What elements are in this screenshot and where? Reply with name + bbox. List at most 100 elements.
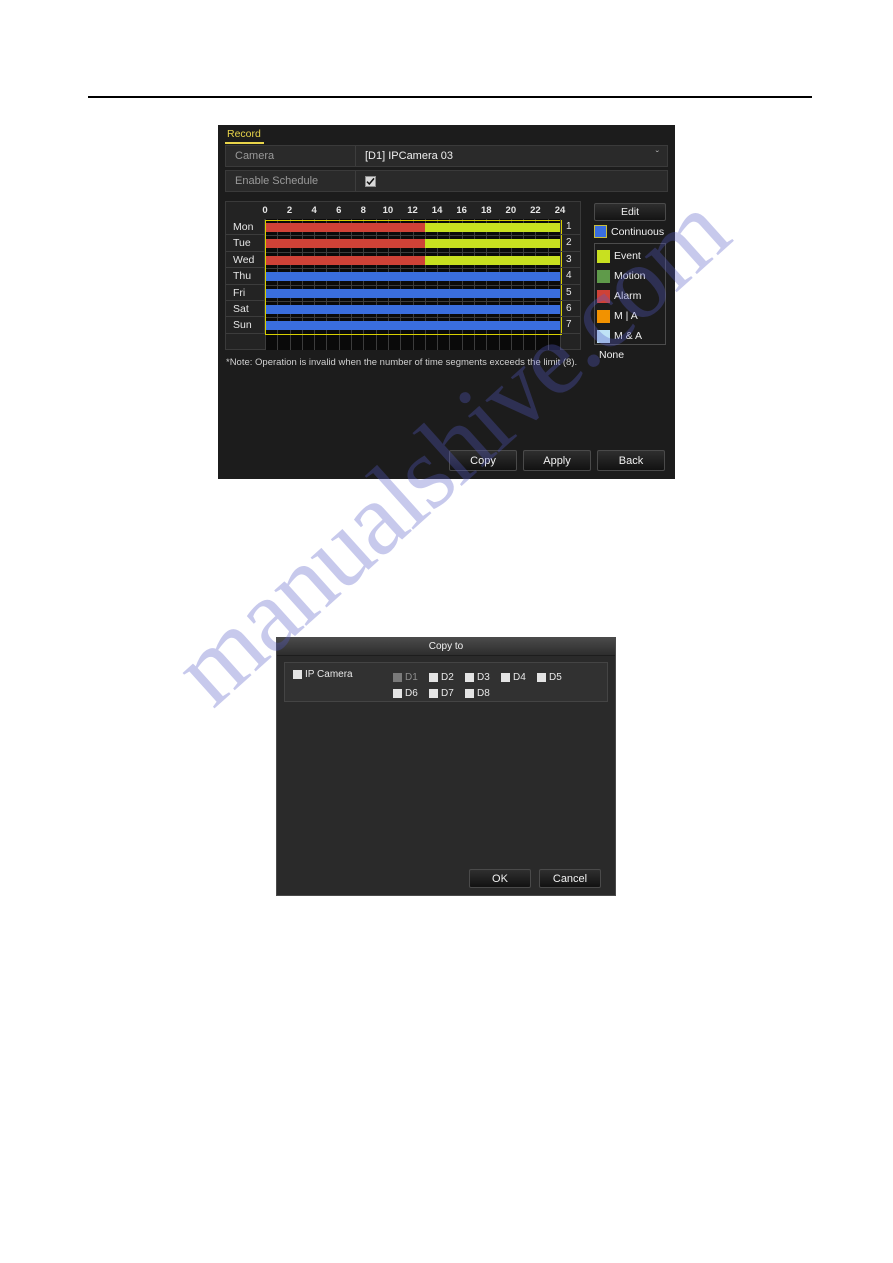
schedule-segment-event[interactable]	[424, 223, 560, 232]
grid-hline	[265, 284, 560, 286]
schedule-row-wed[interactable]	[265, 255, 560, 265]
ip-camera-checkbox[interactable]	[293, 670, 302, 679]
ip-camera-row[interactable]: IP Camera	[293, 669, 393, 680]
continuous-swatch-icon	[594, 225, 607, 238]
page-header-rule	[88, 96, 812, 98]
schedule-note: *Note: Operation is invalid when the num…	[226, 357, 578, 368]
hour-tick-14: 14	[431, 205, 443, 216]
day-label-tue: Tue	[226, 235, 265, 252]
day-label-mon: Mon	[226, 219, 265, 236]
schedule-grid-body: Mon Tue Wed Thu Fri Sat Sun 1234567	[226, 219, 580, 350]
device-label: D6	[405, 687, 418, 699]
tab-record[interactable]: Record	[225, 128, 264, 144]
device-checkbox-d6[interactable]: D6	[393, 685, 429, 701]
motion-swatch-icon	[597, 269, 610, 283]
checkbox-icon[interactable]	[429, 672, 438, 682]
checkbox-icon	[393, 672, 402, 682]
device-checkbox-d5[interactable]: D5	[537, 669, 573, 685]
schedule-grid[interactable]: 0 2 4 6 8 10 12 14 16 18 20 22 24 Mon Tue Wed Thu Fri Sat…	[225, 201, 581, 350]
schedule-row-sat[interactable]	[265, 305, 560, 314]
hour-tick-18: 18	[480, 205, 492, 216]
hour-tick-0: 0	[262, 205, 268, 216]
check-icon	[366, 177, 375, 185]
cancel-button[interactable]: Cancel	[539, 869, 601, 888]
checkbox-icon[interactable]	[429, 688, 438, 698]
apply-button[interactable]: Apply	[523, 450, 591, 471]
schedule-plot[interactable]	[265, 219, 562, 350]
hour-tick-6: 6	[336, 205, 342, 216]
device-label: D3	[477, 671, 490, 683]
day-label-wed: Wed	[226, 251, 265, 269]
copy-to-body: IP Camera D1 D2 D3 D4 D5 D6 D7 D8	[284, 662, 608, 702]
copy-button[interactable]: Copy	[449, 450, 517, 471]
tabstrip: Record	[218, 125, 675, 145]
legend-item-ma[interactable]: M | A	[597, 306, 665, 326]
legend-item-motion[interactable]: Motion	[597, 266, 665, 286]
hour-axis: 0 2 4 6 8 10 12 14 16 18 20 22 24	[262, 202, 565, 219]
ip-camera-label: IP Camera	[305, 669, 353, 680]
hour-tick-22: 22	[530, 205, 541, 216]
checkbox-icon[interactable]	[537, 672, 546, 682]
schedule-row-thu[interactable]	[265, 272, 560, 282]
edit-button[interactable]: Edit	[594, 203, 666, 221]
legend-none-label: None	[599, 349, 625, 361]
enable-schedule-row: Enable Schedule	[225, 170, 668, 192]
row-number-4: 4	[560, 268, 580, 285]
schedule-row-tue[interactable]	[265, 239, 560, 249]
row-number-3: 3	[560, 251, 580, 269]
camera-select[interactable]: [D1] IPCamera 03 ˇ	[356, 150, 667, 162]
checkbox-icon[interactable]	[393, 688, 402, 698]
device-checkbox-d3[interactable]: D3	[465, 669, 501, 685]
checkbox-icon[interactable]	[501, 672, 510, 682]
device-label: D4	[513, 671, 526, 683]
schedule-row-mon[interactable]	[265, 223, 560, 232]
schedule-segment-event[interactable]	[424, 239, 560, 249]
legend-continuous-label: Continuous	[611, 225, 665, 238]
legend-item-ma[interactable]: M & A	[597, 326, 665, 346]
ma-swatch-icon	[597, 329, 610, 343]
legend-list: Event Motion Alarm M | A M & A	[594, 243, 666, 345]
back-button[interactable]: Back	[597, 450, 665, 471]
alarm-swatch-icon	[597, 289, 610, 303]
device-checkbox-d8[interactable]: D8	[465, 685, 501, 701]
day-label-fri: Fri	[226, 284, 265, 301]
schedule-segment-event[interactable]	[424, 255, 560, 265]
hour-tick-24: 24	[554, 205, 566, 216]
legend-label: M & A	[614, 330, 643, 342]
grid-hline	[265, 333, 560, 335]
device-checkbox-d2[interactable]: D2	[429, 669, 465, 685]
schedule-segment-alarm[interactable]	[265, 255, 425, 265]
ok-button[interactable]: OK	[469, 869, 531, 888]
hour-tick-2: 2	[286, 205, 293, 216]
schedule-segment-continuous[interactable]	[265, 305, 560, 314]
device-checkbox-grid: D1 D2 D3 D4 D5 D6 D7 D8	[393, 669, 607, 701]
checkbox-icon[interactable]	[465, 688, 474, 698]
schedule-segment-continuous[interactable]	[265, 321, 560, 331]
copy-to-titlebar: Copy to	[277, 638, 615, 656]
row-number-1: 1	[560, 219, 580, 236]
legend-continuous: Continuous	[594, 225, 664, 238]
event-swatch-icon	[597, 249, 610, 263]
row-number-7: 7	[560, 317, 580, 334]
camera-select-value: [D1] IPCamera 03	[365, 150, 454, 162]
copy-to-dialog: Copy to IP Camera D1 D2 D3 D4 D5 D6 D7 D8 OK Ca…	[276, 637, 616, 896]
grid-hline	[265, 317, 560, 319]
schedule-row-fri[interactable]	[265, 288, 560, 298]
legend-item-alarm[interactable]: Alarm	[597, 286, 665, 306]
enable-schedule-checkbox[interactable]	[365, 175, 376, 187]
legend-item-event[interactable]: Event	[597, 246, 665, 266]
device-checkbox-d7[interactable]: D7	[429, 685, 465, 701]
schedule-segment-alarm[interactable]	[265, 223, 425, 232]
grid-hline	[265, 268, 560, 270]
camera-label: Camera	[235, 150, 275, 162]
ip-camera-group[interactable]: IP Camera	[285, 669, 393, 680]
row-number-5: 5	[560, 284, 580, 301]
device-checkbox-d4[interactable]: D4	[501, 669, 537, 685]
schedule-segment-continuous[interactable]	[265, 272, 560, 282]
schedule-segment-alarm[interactable]	[265, 239, 425, 249]
device-checkbox-d1: D1	[393, 669, 429, 685]
schedule-row-sun[interactable]	[265, 321, 560, 331]
checkbox-icon[interactable]	[465, 672, 474, 682]
ma-swatch-icon	[597, 309, 610, 323]
schedule-segment-continuous[interactable]	[265, 288, 560, 298]
